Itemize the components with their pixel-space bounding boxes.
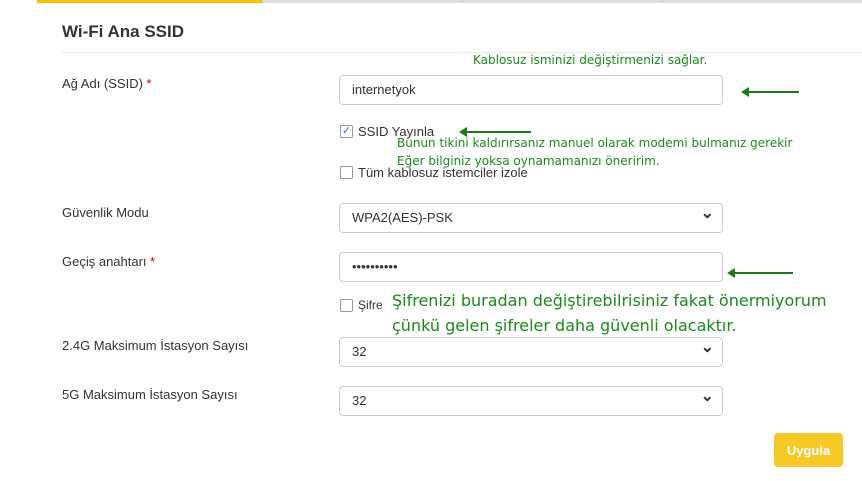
- ssid-input[interactable]: internetyok: [339, 75, 723, 105]
- apply-button[interactable]: Uygula: [774, 433, 843, 467]
- section-title: Wi-Fi Ana SSID: [62, 22, 184, 41]
- broadcast-annotation-2: Eğer bilginiz yoksa oynamamanızı öneriri…: [397, 154, 660, 168]
- divider: [62, 52, 862, 53]
- show-password-checkbox[interactable]: [340, 299, 353, 312]
- max5-label: 5G Maksimum İstasyon Sayısı: [62, 387, 238, 402]
- tab-4[interactable]: [663, 0, 862, 3]
- passphrase-label: Geçiş anahtarı *: [62, 254, 156, 269]
- arrow-icon: [741, 87, 799, 97]
- broadcast-annotation-1: Bunun tikini kaldırırsanız manuel olarak…: [397, 136, 793, 150]
- arrow-icon: [727, 268, 793, 278]
- password-annotation-2: çünkü gelen şifreler daha güvenli olacak…: [392, 316, 737, 335]
- tab-1[interactable]: [37, 0, 263, 3]
- show-password-label: Şifre: [358, 298, 383, 312]
- password-annotation-1: Şifrenizi buradan değiştirebilrisiniz fa…: [392, 291, 827, 310]
- passphrase-input[interactable]: ••••••••••: [339, 252, 723, 282]
- ssid-annotation: Kablosuz isminizi değiştirmenizi sağlar.: [473, 53, 708, 67]
- arrow-icon: [459, 127, 531, 137]
- security-label: Güvenlik Modu: [62, 205, 149, 220]
- broadcast-checkbox[interactable]: ✓: [340, 125, 353, 138]
- ssid-label: Ağ Adı (SSID) *: [62, 76, 152, 91]
- tab-3[interactable]: [463, 0, 663, 3]
- max5-select[interactable]: 32: [339, 383, 723, 416]
- security-select[interactable]: WPA2(AES)-PSK: [339, 200, 723, 233]
- max24-select[interactable]: 32: [339, 334, 723, 367]
- isolate-checkbox[interactable]: [340, 166, 353, 179]
- max24-label: 2.4G Maksimum İstasyon Sayısı: [62, 338, 249, 353]
- tab-2[interactable]: [263, 0, 463, 3]
